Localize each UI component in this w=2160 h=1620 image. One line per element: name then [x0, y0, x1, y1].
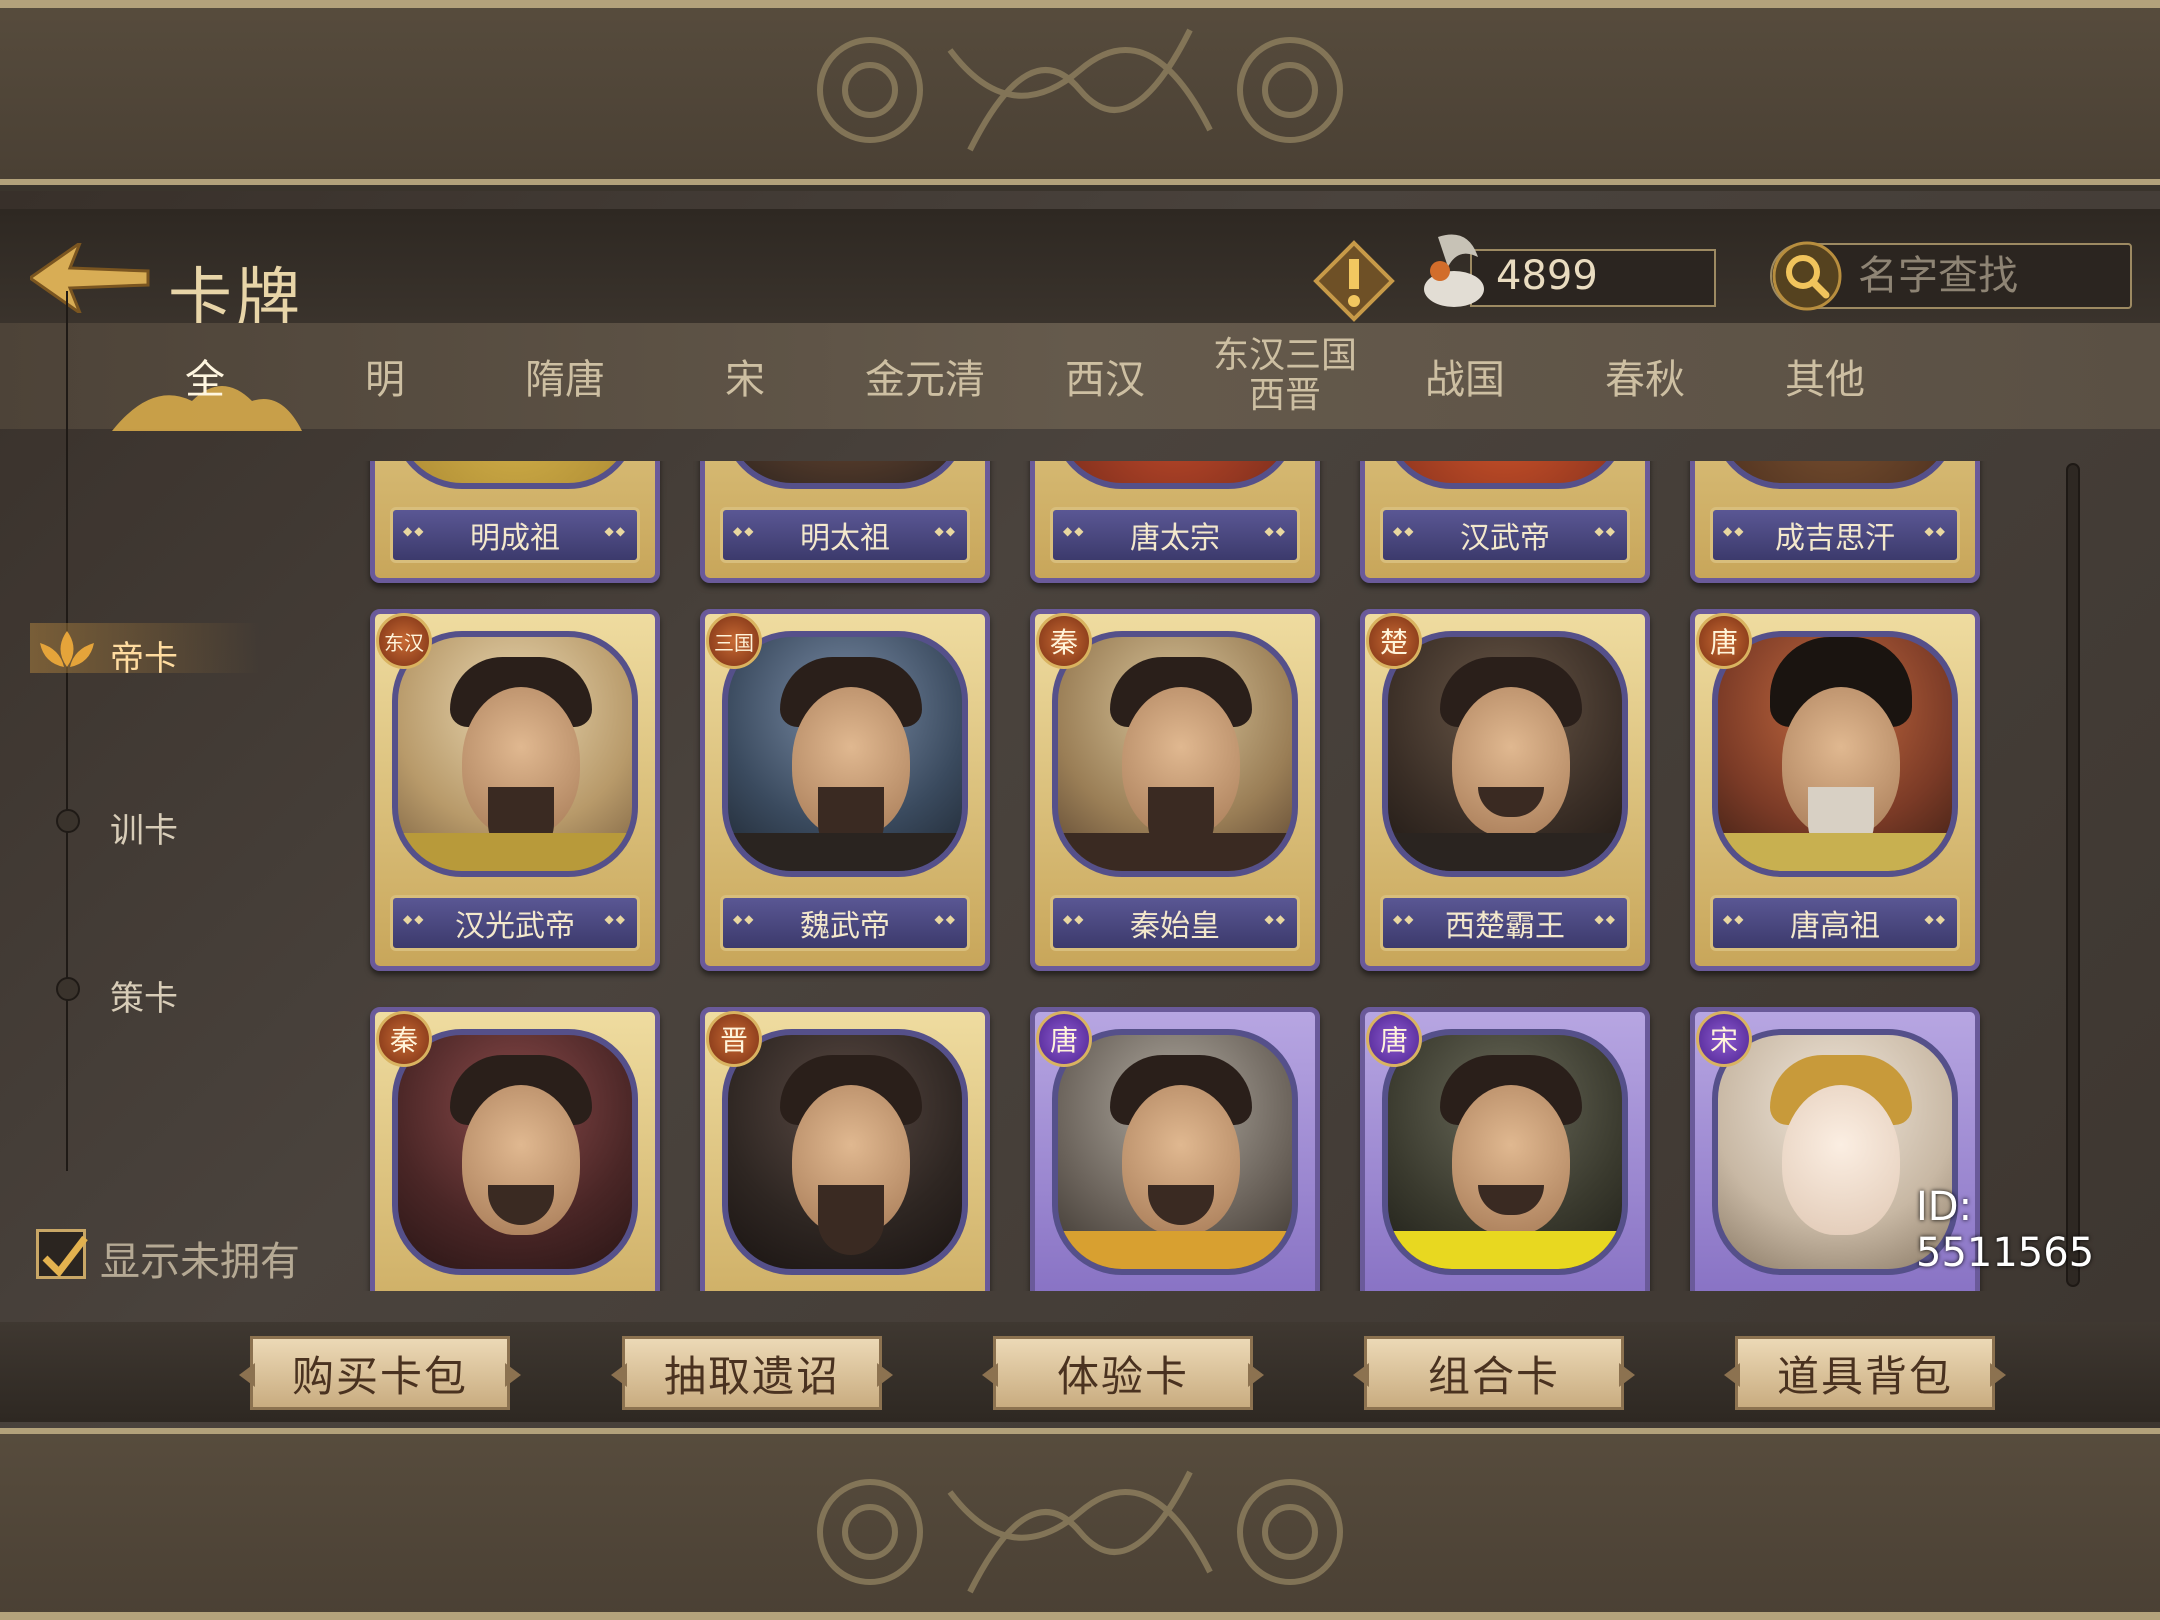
card-hanwudi[interactable]: 汉武帝: [1360, 461, 1650, 583]
dynasty-badge: 唐: [1366, 1011, 1422, 1067]
card-name: 唐高祖: [1710, 895, 1960, 951]
sidebar-dot: [56, 809, 80, 833]
card-row3-4[interactable]: 唐: [1360, 1007, 1650, 1291]
tab-song[interactable]: 宋: [680, 323, 810, 429]
action-bar: 购买卡包 抽取遗诏 体验卡 组合卡 道具背包: [0, 1322, 2160, 1422]
show-unowned-label: 显示未拥有: [100, 1239, 300, 1285]
decor-strip: [0, 0, 2160, 8]
search-input[interactable]: [1858, 249, 2118, 303]
main-panel: 卡牌 4899 名字查找 全 明 隋唐 宋 金元清 西汉 东汉三国 西晋 战国 …: [0, 191, 2160, 1428]
dynasty-badge: 秦: [376, 1011, 432, 1067]
checkbox[interactable]: [36, 1229, 88, 1279]
card-qinshihuang[interactable]: 秦 秦始皇: [1030, 609, 1320, 971]
tab-ming[interactable]: 明: [320, 323, 450, 429]
card-row3-3[interactable]: 唐: [1030, 1007, 1320, 1291]
card-name: 汉武帝: [1380, 507, 1630, 563]
dragon-ornament-icon: [817, 1470, 1343, 1594]
card-portrait: [722, 1029, 968, 1275]
portrait-robe: [1718, 833, 1952, 871]
card-portrait: [1712, 631, 1958, 877]
card-portrait: [1382, 1029, 1628, 1275]
portrait-robe: [1388, 1231, 1622, 1269]
sidebar-line: [66, 291, 68, 1171]
dynasty-badge: 宋: [1696, 1011, 1752, 1067]
combo-card-button[interactable]: 组合卡: [1364, 1336, 1624, 1410]
dynasty-badge: 秦: [1036, 613, 1092, 669]
card-name: 汉光武帝: [390, 895, 640, 951]
sidebar-item-training-card[interactable]: 训卡: [110, 803, 178, 852]
portrait-robe: [1058, 833, 1292, 871]
checkmark-icon: [42, 1235, 88, 1278]
bottom-decor-band: [0, 1428, 2160, 1620]
dynasty-badge: 唐: [1036, 1011, 1092, 1067]
card-xichubawang[interactable]: 楚 西楚霸王: [1360, 609, 1650, 971]
card-name: 成吉思汗: [1710, 507, 1960, 563]
portrait-robe: [1388, 833, 1622, 871]
user-id-label: ID: 5511565: [1916, 1184, 2095, 1276]
card-chengjisihan[interactable]: 成吉思汗: [1690, 461, 1980, 583]
card-portrait: [1052, 1029, 1298, 1275]
sidebar-item-strategy-card[interactable]: 策卡: [110, 971, 178, 1020]
sidebar: 帝卡 训卡 策卡 显示未拥有: [0, 191, 330, 1428]
card-hanguangwudi[interactable]: 东汉 汉光武帝: [370, 609, 660, 971]
card-name: 秦始皇: [1050, 895, 1300, 951]
tab-zhanguo[interactable]: 战国: [1400, 323, 1530, 429]
tab-donghan-sanguo-xijin[interactable]: 东汉三国 西晋: [1200, 323, 1370, 429]
dynasty-badge: 东汉: [376, 613, 432, 669]
top-decor-band: [0, 0, 2160, 185]
tab-chunqiu[interactable]: 春秋: [1580, 323, 1710, 429]
tab-other[interactable]: 其他: [1760, 323, 1890, 429]
card-mingtaizu[interactable]: 明太祖: [700, 461, 990, 583]
card-row3-2[interactable]: 晋: [700, 1007, 990, 1291]
tab-xihan[interactable]: 西汉: [1040, 323, 1170, 429]
card-name: 唐太宗: [1050, 507, 1300, 563]
warning-icon[interactable]: [1312, 239, 1396, 323]
game-screen: 卡牌 4899 名字查找 全 明 隋唐 宋 金元清 西汉 东汉三国 西晋 战国 …: [0, 0, 2160, 1620]
card-tanggaozu[interactable]: 唐 唐高祖: [1690, 609, 1980, 971]
buy-card-pack-button[interactable]: 购买卡包: [250, 1336, 510, 1410]
card-row3-1[interactable]: 秦: [370, 1007, 660, 1291]
dynasty-badge: 晋: [706, 1011, 762, 1067]
card-grid: 明成祖 明太祖 唐太宗 汉武帝 成吉思汗: [340, 461, 2060, 1291]
portrait-robe: [1058, 1231, 1292, 1269]
dynasty-badge: 唐: [1696, 613, 1752, 669]
trial-card-button[interactable]: 体验卡: [993, 1336, 1253, 1410]
card-weiwudi[interactable]: 三国 魏武帝: [700, 609, 990, 971]
card-name: 明太祖: [720, 507, 970, 563]
search-icon[interactable]: [1772, 241, 1842, 311]
resource-value: 4899: [1496, 253, 1598, 299]
decor-strip: [0, 1612, 2160, 1620]
sidebar-dot: [56, 977, 80, 1001]
card-portrait: [722, 631, 968, 877]
card-mingchengzu[interactable]: 明成祖: [370, 461, 660, 583]
card-name: 西楚霸王: [1380, 895, 1630, 951]
card-portrait: [392, 631, 638, 877]
card-portrait: [392, 1029, 638, 1275]
tab-jinyuanqing[interactable]: 金元清: [850, 323, 1000, 429]
portrait-beard: [818, 1185, 884, 1255]
lotus-icon: [40, 631, 94, 667]
card-list-scrollbar[interactable]: [2066, 463, 2080, 1287]
portrait-robe: [398, 833, 632, 871]
dynasty-badge: 楚: [1366, 613, 1422, 669]
feather-scroll-icon: [1424, 234, 1484, 307]
item-bag-button[interactable]: 道具背包: [1735, 1336, 1995, 1410]
dynasty-badge: 三国: [706, 613, 762, 669]
card-name: 明成祖: [390, 507, 640, 563]
card-portrait: [1052, 631, 1298, 877]
show-unowned-toggle[interactable]: 显示未拥有: [36, 1227, 316, 1287]
card-name: 魏武帝: [720, 895, 970, 951]
card-tangtaizong[interactable]: 唐太宗: [1030, 461, 1320, 583]
portrait-robe: [728, 833, 962, 871]
draw-edict-button[interactable]: 抽取遗诏: [622, 1336, 882, 1410]
sidebar-item-emperor-card[interactable]: 帝卡: [110, 631, 178, 680]
card-portrait: [1382, 631, 1628, 877]
dragon-ornament-icon: [817, 28, 1343, 152]
tab-suitang[interactable]: 隋唐: [500, 323, 630, 429]
portrait-face: [1782, 1085, 1900, 1235]
